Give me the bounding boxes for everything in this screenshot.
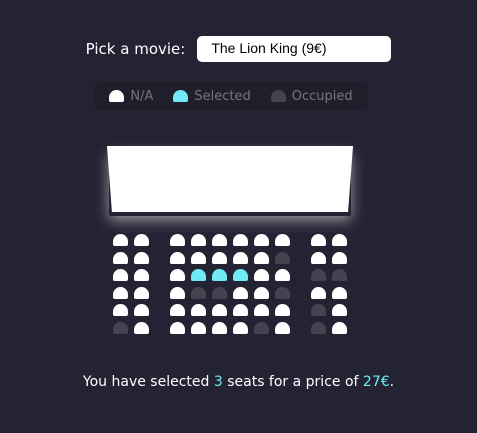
seat-available[interactable]: [134, 286, 149, 299]
selected-count: 3: [213, 374, 223, 390]
seat-available[interactable]: [311, 234, 326, 246]
seat-available[interactable]: [254, 269, 269, 282]
seat-available[interactable]: [191, 304, 206, 317]
seat-available[interactable]: [254, 251, 269, 264]
seat-available[interactable]: [113, 269, 128, 282]
seat-occupied: [311, 269, 326, 282]
seat-occupied: [275, 251, 290, 264]
seat-available[interactable]: [275, 322, 290, 334]
seat-available[interactable]: [275, 269, 290, 282]
seat-selected[interactable]: [191, 269, 206, 282]
seat-available[interactable]: [191, 251, 206, 264]
seat-available[interactable]: [332, 251, 347, 264]
seat-available[interactable]: [275, 234, 290, 246]
seat-available[interactable]: [311, 286, 326, 299]
seat-available[interactable]: [113, 304, 128, 317]
seat-available[interactable]: [170, 304, 185, 317]
seat-available[interactable]: [275, 304, 290, 317]
seat-occupied: [113, 322, 128, 334]
selection-summary: You have selected 3 seats for a price of…: [0, 374, 477, 390]
seat-available[interactable]: [233, 234, 248, 246]
seat-selected[interactable]: [212, 269, 227, 282]
total-price: 27€: [362, 374, 390, 390]
seat-available[interactable]: [134, 304, 149, 317]
seat-available[interactable]: [134, 234, 149, 246]
seat-available[interactable]: [332, 322, 347, 334]
seat-available[interactable]: [191, 234, 206, 246]
seat-available[interactable]: [113, 251, 128, 264]
seat-available[interactable]: [332, 304, 347, 317]
seat-available[interactable]: [170, 251, 185, 264]
summary-prefix: You have selected: [82, 374, 214, 390]
seat-available[interactable]: [233, 304, 248, 317]
seat-map: [0, 0, 477, 433]
seat-available[interactable]: [254, 234, 269, 246]
summary-suffix: .: [389, 374, 395, 390]
seat-available[interactable]: [254, 286, 269, 299]
seat-occupied: [254, 322, 269, 334]
seat-occupied: [332, 269, 347, 282]
seat-available[interactable]: [191, 322, 206, 334]
seat-available[interactable]: [134, 269, 149, 282]
seat-available[interactable]: [212, 322, 227, 334]
seat-available[interactable]: [113, 286, 128, 299]
seat-occupied: [311, 304, 326, 317]
seat-available[interactable]: [212, 304, 227, 317]
seat-available[interactable]: [332, 286, 347, 299]
seat-occupied: [191, 286, 206, 299]
summary-middle: seats for a price of: [222, 374, 363, 390]
seat-available[interactable]: [113, 234, 128, 246]
seat-available[interactable]: [170, 286, 185, 299]
seat-available[interactable]: [233, 322, 248, 334]
seat-available[interactable]: [134, 322, 149, 334]
seat-available[interactable]: [311, 251, 326, 264]
seat-available[interactable]: [170, 322, 185, 334]
seat-available[interactable]: [212, 251, 227, 264]
seat-available[interactable]: [233, 286, 248, 299]
seat-available[interactable]: [170, 234, 185, 246]
seat-available[interactable]: [212, 234, 227, 246]
seat-occupied: [212, 286, 227, 299]
seat-available[interactable]: [332, 234, 347, 246]
seat-occupied: [275, 286, 290, 299]
seat-available[interactable]: [233, 251, 248, 264]
seat-selected[interactable]: [233, 269, 248, 282]
seat-available[interactable]: [170, 269, 185, 282]
seat-available[interactable]: [134, 251, 149, 264]
seat-occupied: [311, 322, 326, 334]
seat-available[interactable]: [254, 304, 269, 317]
